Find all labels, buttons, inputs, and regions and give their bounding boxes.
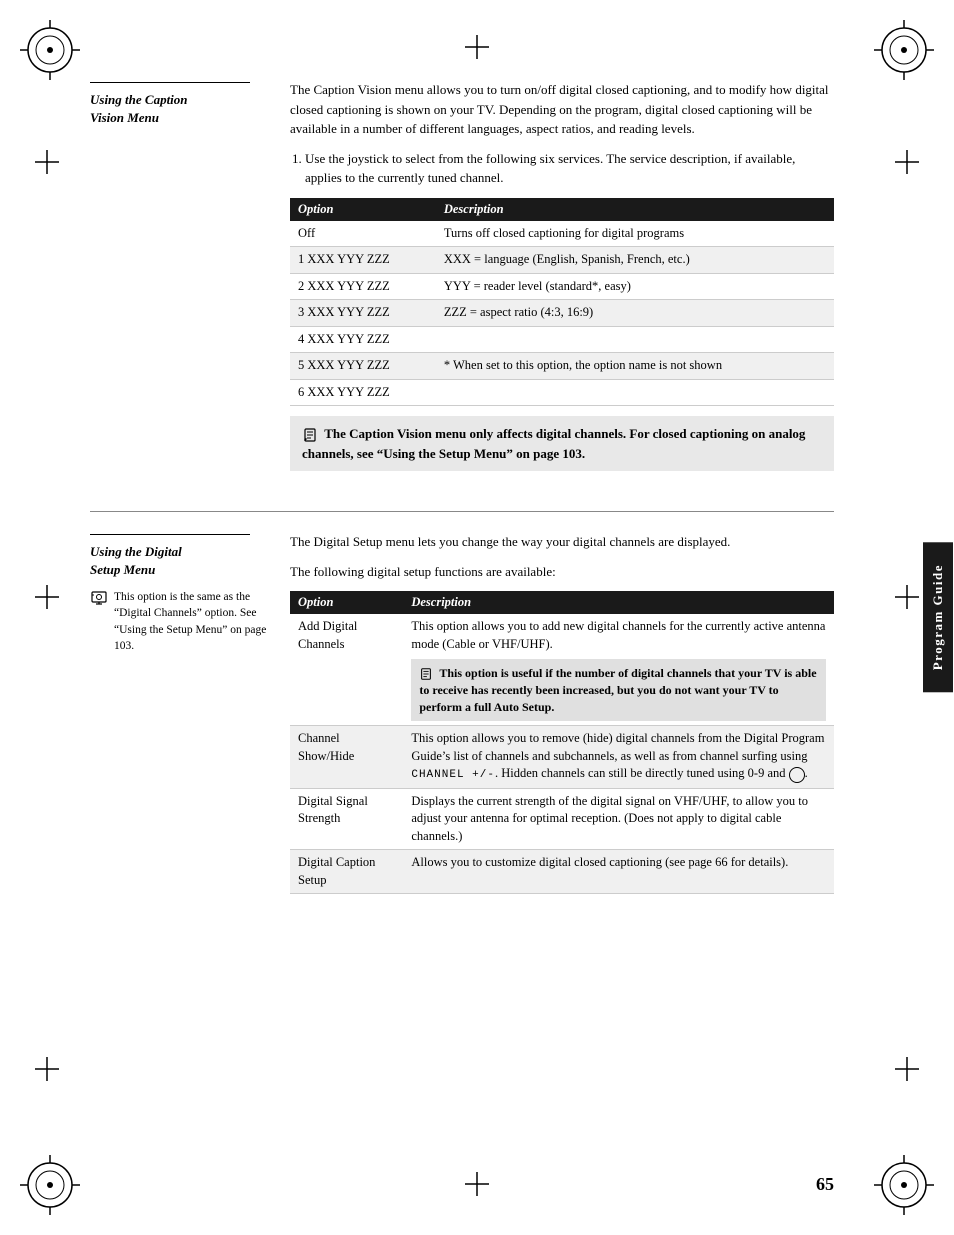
section2-desc-cell: Allows you to customize digital closed c… — [403, 850, 834, 894]
section1-label: Using the Caption Vision Menu — [90, 80, 290, 481]
section1-option-cell: 1 XXX YYY ZZZ — [290, 247, 436, 274]
section2-col2-header: Description — [403, 591, 834, 614]
sidebar-tab-container: Program Guide — [922, 0, 954, 1235]
section1-option-cell: Off — [290, 221, 436, 247]
section1-col2-header: Description — [436, 198, 834, 221]
section2-table: Option Description Add Digital ChannelsT… — [290, 591, 834, 894]
section2-option-cell: Channel Show/Hide — [290, 726, 403, 788]
section2-table-row: Add Digital ChannelsThis option allows y… — [290, 614, 834, 726]
section2-table-row: Digital Caption SetupAllows you to custo… — [290, 850, 834, 894]
section-divider-hr — [90, 511, 834, 512]
crosshair-left-top — [35, 150, 59, 178]
crosshair-right-mid — [895, 585, 919, 613]
crosshair-right-top — [895, 150, 919, 178]
section1-table-header: Option Description — [290, 198, 834, 221]
digital-channels-icon — [90, 590, 108, 608]
section2-option-cell: Digital Caption Setup — [290, 850, 403, 894]
section1-desc-cell: YYY = reader level (standard*, easy) — [436, 273, 834, 300]
main-content: Using the Caption Vision Menu The Captio… — [90, 80, 834, 1155]
section2-label: Using the Digital Setup Menu This option… — [90, 532, 290, 904]
section1-note-content: The Caption Vision menu only affects dig… — [302, 426, 805, 461]
crosshair-left-mid — [35, 585, 59, 613]
section1-divider — [90, 82, 250, 83]
section1-table-row: OffTurns off closed captioning for digit… — [290, 221, 834, 247]
section1-desc-cell: * When set to this option, the option na… — [436, 353, 834, 380]
section1-option-cell: 2 XXX YYY ZZZ — [290, 273, 436, 300]
section1-table-row: 4 XXX YYY ZZZ — [290, 326, 834, 353]
section1-step1-text: Use the joystick to select from the foll… — [305, 151, 795, 186]
section1-note: The Caption Vision menu only affects dig… — [290, 416, 834, 471]
section1-note-text: The Caption Vision menu only affects dig… — [302, 424, 822, 463]
section1-col1-header: Option — [290, 198, 436, 221]
section2-option-cell: Digital Signal Strength — [290, 788, 403, 850]
section1-step1: Use the joystick to select from the foll… — [305, 149, 834, 188]
section2-intro2: The following digital setup functions ar… — [290, 562, 834, 582]
section2-table-row: Channel Show/HideThis option allows you … — [290, 726, 834, 788]
section1-table-row: 3 XXX YYY ZZZZZZ = aspect ratio (4:3, 16… — [290, 300, 834, 327]
corner-decoration-bl — [20, 1155, 80, 1215]
section-digital-setup: Using the Digital Setup Menu This option… — [90, 532, 834, 904]
section2-title: Using the Digital Setup Menu — [90, 543, 270, 579]
section2-body: The Digital Setup menu lets you change t… — [290, 532, 834, 904]
crosshair-right-bot — [895, 1057, 919, 1085]
corner-decoration-tl — [20, 20, 80, 80]
note-pencil-icon — [302, 427, 318, 443]
section2-table-row: Digital Signal StrengthDisplays the curr… — [290, 788, 834, 850]
section2-side-icon: This option is the same as the “Digital … — [90, 589, 270, 653]
section1-option-cell: 5 XXX YYY ZZZ — [290, 353, 436, 380]
section2-table-header: Option Description — [290, 591, 834, 614]
crosshair-bottom-center — [465, 1172, 489, 1200]
section2-col1-header: Option — [290, 591, 403, 614]
section1-table-row: 5 XXX YYY ZZZ* When set to this option, … — [290, 353, 834, 380]
section1-option-cell: 3 XXX YYY ZZZ — [290, 300, 436, 327]
section1-table: Option Description OffTurns off closed c… — [290, 198, 834, 407]
page-number: 65 — [816, 1174, 834, 1195]
section2-desc-cell: Displays the current strength of the dig… — [403, 788, 834, 850]
sidebar-tab-label: Program Guide — [930, 564, 945, 670]
section2-desc-cell: This option allows you to add new digita… — [403, 614, 834, 726]
section-caption-vision: Using the Caption Vision Menu The Captio… — [90, 80, 834, 481]
section1-intro: The Caption Vision menu allows you to tu… — [290, 80, 834, 139]
sidebar-tab: Program Guide — [923, 542, 953, 692]
section1-option-cell: 6 XXX YYY ZZZ — [290, 379, 436, 406]
section1-steps: Use the joystick to select from the foll… — [305, 149, 834, 188]
section1-desc-cell — [436, 326, 834, 353]
page-container: Program Guide Using the Caption Vision M… — [0, 0, 954, 1235]
section1-table-row: 2 XXX YYY ZZZYYY = reader level (standar… — [290, 273, 834, 300]
section1-desc-cell — [436, 379, 834, 406]
section1-desc-cell: XXX = language (English, Spanish, French… — [436, 247, 834, 274]
section1-option-cell: 4 XXX YYY ZZZ — [290, 326, 436, 353]
crosshair-left-bot — [35, 1057, 59, 1085]
section1-desc-cell: Turns off closed captioning for digital … — [436, 221, 834, 247]
section2-divider — [90, 534, 250, 535]
section1-desc-cell: ZZZ = aspect ratio (4:3, 16:9) — [436, 300, 834, 327]
section2-desc-cell: This option allows you to remove (hide) … — [403, 726, 834, 788]
section1-title: Using the Caption Vision Menu — [90, 91, 270, 127]
section2-option-cell: Add Digital Channels — [290, 614, 403, 726]
section1-table-row: 6 XXX YYY ZZZ — [290, 379, 834, 406]
section2-intro1: The Digital Setup menu lets you change t… — [290, 532, 834, 552]
section2-side-icon-text: This option is the same as the “Digital … — [114, 589, 270, 653]
bold-note-icon — [419, 667, 433, 681]
section1-body: The Caption Vision menu allows you to tu… — [290, 80, 834, 481]
crosshair-top-center — [465, 35, 489, 63]
section1-table-row: 1 XXX YYY ZZZXXX = language (English, Sp… — [290, 247, 834, 274]
